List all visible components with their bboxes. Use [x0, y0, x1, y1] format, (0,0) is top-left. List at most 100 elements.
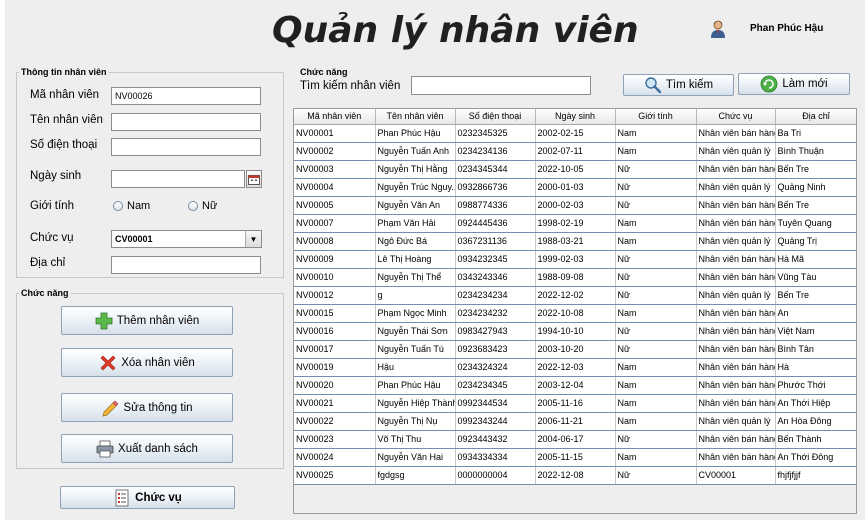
phone-field[interactable]	[111, 138, 261, 156]
employee-table[interactable]: Mã nhân viên Tên nhân viên Số điện thoại…	[293, 108, 857, 514]
table-cell[interactable]: NV00021	[294, 394, 376, 413]
table-cell[interactable]: 0992344534	[455, 394, 536, 413]
table-cell[interactable]: NV00025	[294, 466, 376, 485]
table-cell[interactable]: Nữ	[615, 322, 697, 341]
table-cell[interactable]: Lê Thị Hoàng	[375, 250, 456, 269]
table-cell[interactable]: Vũng Tàu	[775, 268, 856, 287]
table-cell[interactable]: 0234234136	[455, 142, 536, 161]
table-row[interactable]: NV00005 Nguyễn Văn An 0988774336 2000-02-03…	[294, 196, 856, 215]
table-cell[interactable]: Nữ	[615, 340, 697, 359]
table-cell[interactable]: Phan Phúc Hậu	[375, 124, 456, 143]
table-cell[interactable]: Nữ	[615, 178, 697, 197]
table-row[interactable]: NV00003 Nguyễn Thị Hằng 0234345344 2022-10-…	[294, 160, 856, 179]
table-cell[interactable]: Nhân viên quản lý	[696, 232, 776, 251]
table-cell[interactable]: An	[775, 304, 856, 323]
table-cell[interactable]: 1994-10-10	[535, 322, 616, 341]
chevron-down-icon[interactable]: ▼	[245, 231, 261, 247]
table-cell[interactable]: 0234234234	[455, 286, 536, 305]
table-cell[interactable]: 2003-12-04	[535, 376, 616, 395]
table-cell[interactable]: NV00019	[294, 358, 376, 377]
table-cell[interactable]: Phan Phúc Hậu	[375, 376, 456, 395]
table-cell[interactable]: 0934232345	[455, 250, 536, 269]
table-cell[interactable]: NV00004	[294, 178, 376, 197]
table-cell[interactable]: NV00001	[294, 124, 376, 143]
table-cell[interactable]: Hà	[775, 358, 856, 377]
search-input[interactable]	[411, 76, 591, 95]
table-cell[interactable]: 2000-01-03	[535, 178, 616, 197]
employee-name-field[interactable]	[111, 113, 261, 131]
table-cell[interactable]: Nữ	[615, 286, 697, 305]
table-cell[interactable]: Nữ	[615, 268, 697, 287]
column-header[interactable]: Địa chỉ	[775, 109, 856, 125]
table-cell[interactable]: CV00001	[696, 466, 776, 485]
table-cell[interactable]: Hà Mã	[775, 250, 856, 269]
column-header[interactable]: Chức vụ	[696, 109, 776, 125]
table-cell[interactable]: Nguyễn Thái Sơn	[375, 322, 456, 341]
table-cell[interactable]: fhjfjfjjf	[775, 466, 856, 485]
table-cell[interactable]: Nhân viên quản lý	[696, 142, 776, 161]
table-row[interactable]: NV00020 Phan Phúc Hậu 0234234345 2003-12-04…	[294, 376, 856, 395]
table-cell[interactable]: 1988-03-21	[535, 232, 616, 251]
export-list-button[interactable]: Xuất danh sách	[61, 434, 233, 463]
table-cell[interactable]: Nữ	[615, 250, 697, 269]
date-picker-button[interactable]	[246, 170, 262, 188]
table-cell[interactable]: 2002-07-11	[535, 142, 616, 161]
table-cell[interactable]: NV00003	[294, 160, 376, 179]
table-cell[interactable]: 0988774336	[455, 196, 536, 215]
table-cell[interactable]: 0983427943	[455, 322, 536, 341]
table-cell[interactable]: Nguyễn Thị Nụ	[375, 412, 456, 431]
table-cell[interactable]: 2022-10-08	[535, 304, 616, 323]
table-cell[interactable]: g	[375, 286, 456, 305]
table-cell[interactable]: Bình Thuận	[775, 142, 856, 161]
table-cell[interactable]: fgdgsg	[375, 466, 456, 485]
table-cell[interactable]: 0232345325	[455, 124, 536, 143]
table-cell[interactable]: Nhân viên quản lý	[696, 178, 776, 197]
table-cell[interactable]: 2006-11-21	[535, 412, 616, 431]
table-cell[interactable]: NV00010	[294, 268, 376, 287]
table-cell[interactable]: Hậu	[375, 358, 456, 377]
table-cell[interactable]: Nhân viên bán hàng	[696, 196, 776, 215]
table-row[interactable]: NV00002 Nguyễn Tuấn Anh 0234234136 2002-07-…	[294, 142, 856, 161]
table-cell[interactable]: 0367231136	[455, 232, 536, 251]
table-cell[interactable]: Nữ	[615, 466, 697, 485]
table-cell[interactable]: Nhân viên bán hàng	[696, 340, 776, 359]
table-cell[interactable]: Nữ	[615, 430, 697, 449]
table-cell[interactable]: Nam	[615, 214, 697, 233]
table-cell[interactable]: Nguyễn Văn An	[375, 196, 456, 215]
table-cell[interactable]: NV00023	[294, 430, 376, 449]
table-cell[interactable]: Nhân viên bán hàng	[696, 430, 776, 449]
table-cell[interactable]: Nguyễn Tuấn Anh	[375, 142, 456, 161]
table-row[interactable]: NV00022 Nguyễn Thị Nụ 0992343244 2006-11-21…	[294, 412, 856, 431]
table-cell[interactable]: Ba Tri	[775, 124, 856, 143]
table-cell[interactable]: Nữ	[615, 196, 697, 215]
table-cell[interactable]: Nhân viên bán hàng	[696, 358, 776, 377]
table-cell[interactable]: Võ Thị Thu	[375, 430, 456, 449]
table-row[interactable]: NV00023 Võ Thị Thu 0923443432 2004-06-17 Nữ N…	[294, 430, 856, 449]
refresh-button[interactable]: Làm mới	[738, 73, 850, 95]
table-cell[interactable]: 2022-10-05	[535, 160, 616, 179]
table-cell[interactable]: Nam	[615, 142, 697, 161]
table-cell[interactable]: NV00024	[294, 448, 376, 467]
dob-field[interactable]	[111, 170, 245, 188]
table-cell[interactable]: Bến Tre	[775, 286, 856, 305]
table-row[interactable]: NV00001 Phan Phúc Hậu 0232345325 2002-02-15…	[294, 124, 856, 143]
table-cell[interactable]: Nam	[615, 376, 697, 395]
table-cell[interactable]: Nhân viên bán hàng	[696, 160, 776, 179]
table-row[interactable]: NV00004 Nguyễn Trúc Nguy... 0932866736 2000…	[294, 178, 856, 197]
table-cell[interactable]: Nguyễn Tuấn Tú	[375, 340, 456, 359]
table-row[interactable]: NV00025 fgdgsg 0000000004 2022-12-08 Nữ CV000…	[294, 466, 856, 485]
table-cell[interactable]: 2005-11-15	[535, 448, 616, 467]
table-cell[interactable]: NV00022	[294, 412, 376, 431]
table-cell[interactable]: Nhân viên bán hàng	[696, 322, 776, 341]
table-cell[interactable]: Nam	[615, 394, 697, 413]
column-header[interactable]: Ngày sinh	[535, 109, 616, 125]
table-cell[interactable]: NV00020	[294, 376, 376, 395]
table-cell[interactable]: 0343243346	[455, 268, 536, 287]
table-cell[interactable]: Nhân viên bán hàng	[696, 394, 776, 413]
table-cell[interactable]: Nhân viên bán hàng	[696, 304, 776, 323]
table-cell[interactable]: 2022-12-02	[535, 286, 616, 305]
table-cell[interactable]: Nhân viên bán hàng	[696, 376, 776, 395]
table-cell[interactable]: Phước Thới	[775, 376, 856, 395]
table-row[interactable]: NV00010 Nguyễn Thị Thể 0343243346 1988-09-0…	[294, 268, 856, 287]
table-cell[interactable]: 0923683423	[455, 340, 536, 359]
